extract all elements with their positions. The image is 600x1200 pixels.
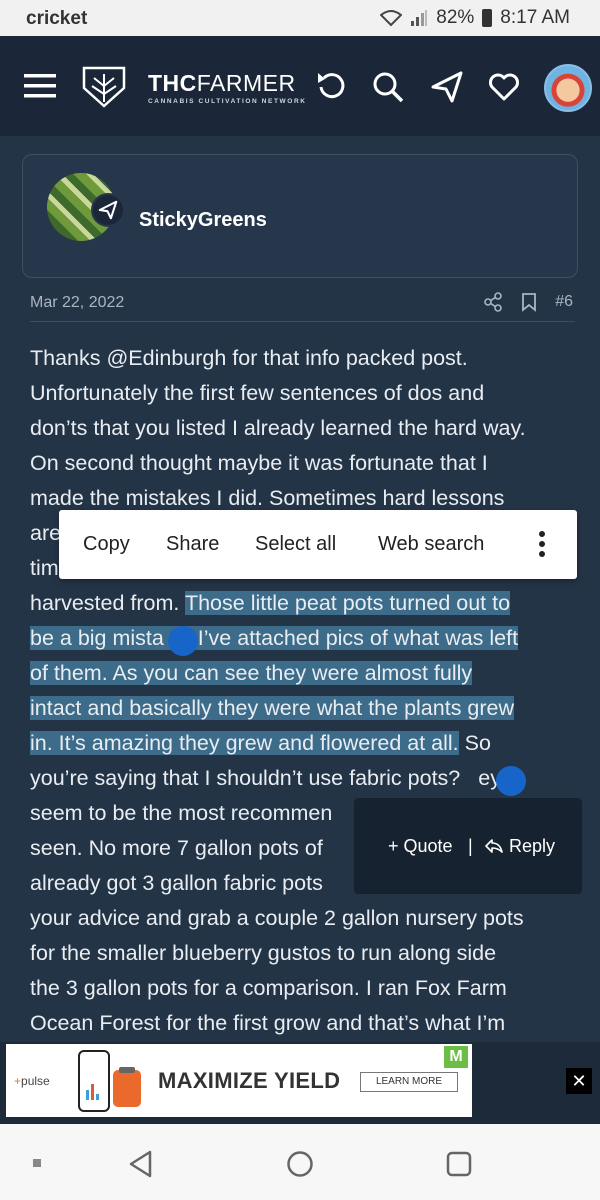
ad-brand-text: pulse [21, 1074, 50, 1088]
send-icon[interactable] [430, 70, 464, 104]
bookmark-icon[interactable] [521, 292, 537, 312]
logo-bold: THC [148, 70, 197, 96]
selected-text: . I’ve attached pics of what was left [163, 626, 519, 650]
poster-username[interactable]: StickyGreens [139, 209, 267, 232]
ad-banner-strip: +pulse MAXIMIZE YIELD LEARN MORE M ✕ [0, 1042, 600, 1124]
text-selection-toolbar: Copy Share Select all Web search [59, 510, 577, 579]
user-card: StickyGreens [22, 154, 578, 278]
thread-content: StickyGreens Mar 22, 2022 #6 Thanks @Edi… [0, 136, 600, 1042]
post-text: So [464, 731, 491, 755]
sensor-device-image [113, 1067, 141, 1107]
post-text: you’re saying that I shouldn’t use fabri… [30, 766, 461, 790]
overview-icon[interactable] [446, 1151, 472, 1177]
quote-button[interactable]: + Quote [388, 836, 453, 857]
selected-text: of them. As you can see they were almost… [30, 661, 473, 685]
android-nav-bar [0, 1124, 600, 1200]
selected-text: in. It’s amazing they grew and flowered … [30, 731, 459, 755]
post-text: ey [478, 766, 501, 790]
post-line: Ocean Forest for the first grow and that… [30, 1011, 506, 1035]
post-line: be a big mista. I’ve attached pics of wh… [30, 621, 578, 656]
menu-icon[interactable] [24, 72, 56, 100]
web-search-button[interactable]: Web search [378, 533, 484, 556]
home-icon[interactable] [286, 1150, 314, 1178]
popup-separator: | [468, 836, 473, 856]
post-date[interactable]: Mar 22, 2022 [30, 294, 124, 312]
clock: 8:17 AM [500, 7, 570, 28]
selection-end-handle[interactable] [496, 766, 526, 796]
post-meta: Mar 22, 2022 #6 [30, 292, 575, 322]
reply-icon [485, 839, 503, 853]
selected-text: Those little peat pots turned out to [184, 591, 511, 615]
logo-icon[interactable] [80, 62, 128, 110]
selected-text: intact and basically they were what the … [30, 696, 515, 720]
signal-icon [411, 10, 428, 26]
battery-percent: 82% [436, 7, 475, 28]
copy-button[interactable]: Copy [83, 533, 130, 556]
post-line: On second thought maybe it was fortunate… [30, 451, 488, 475]
share-button[interactable]: Share [166, 533, 219, 556]
ad-logo: M [444, 1046, 468, 1068]
logo-light: FARMER [196, 70, 296, 96]
ad-headline: MAXIMIZE YIELD [158, 1068, 341, 1093]
send-badge-icon [91, 193, 125, 227]
post-line: for the smaller blueberry gustos to run … [30, 941, 497, 965]
share-icon[interactable] [483, 292, 503, 312]
refresh-icon[interactable] [315, 70, 347, 102]
quote-reply-popup: + Quote | Reply [354, 798, 582, 894]
carrier-label: cricket [26, 8, 88, 29]
wifi-icon [380, 10, 403, 27]
ad-brand: +pulse [14, 1074, 50, 1088]
post-actions: #6 [483, 292, 573, 312]
search-icon[interactable] [371, 70, 405, 104]
selection-start-handle[interactable] [168, 626, 198, 656]
site-header: THCFARMER CANNABIS CULTIVATION NETWORK [0, 36, 600, 136]
post-line: harvested from. Those little peat pots t… [30, 586, 578, 621]
post-line: Thanks @Edinburgh for that info packed p… [30, 346, 468, 370]
selected-text: be a big mista [30, 626, 164, 650]
post-line: in. It’s amazing they grew and flowered … [30, 726, 578, 761]
post-line: of them. As you can see they were almost… [30, 656, 578, 691]
heart-icon[interactable] [488, 72, 520, 102]
recents-dot-icon[interactable] [32, 1158, 42, 1168]
post-line: Unfortunately the first few sentences of… [30, 381, 485, 405]
post-number[interactable]: #6 [555, 293, 573, 311]
ad-banner[interactable]: +pulse MAXIMIZE YIELD LEARN MORE M [6, 1044, 472, 1117]
battery-icon [482, 9, 493, 27]
status-right: 82% 8:17 AM [380, 7, 570, 29]
post-line: don’ts that you listed I already learned… [30, 416, 526, 440]
back-icon[interactable] [128, 1150, 154, 1178]
reply-label: Reply [509, 836, 556, 856]
post-line: your advice and grab a couple 2 gallon n… [30, 906, 524, 930]
status-bar: cricket 82% 8:17 AM [0, 0, 600, 36]
site-logo[interactable]: THCFARMER CANNABIS CULTIVATION NETWORK [148, 70, 307, 105]
post-text: harvested from. [30, 591, 180, 615]
post-body: Thanks @Edinburgh for that info packed p… [30, 341, 578, 1041]
post-line: the 3 gallon pots for a comparison. I ra… [30, 976, 507, 1000]
phone-image [78, 1050, 110, 1112]
post-line: intact and basically they were what the … [30, 691, 578, 726]
more-options-icon[interactable] [538, 530, 546, 558]
user-avatar[interactable] [544, 64, 592, 112]
logo-tagline: CANNABIS CULTIVATION NETWORK [148, 98, 307, 105]
ad-learn-more-button[interactable]: LEARN MORE [360, 1072, 458, 1092]
reply-button[interactable]: Reply [484, 836, 555, 857]
select-all-button[interactable]: Select all [255, 533, 336, 556]
ad-close-button[interactable]: ✕ [566, 1068, 592, 1094]
